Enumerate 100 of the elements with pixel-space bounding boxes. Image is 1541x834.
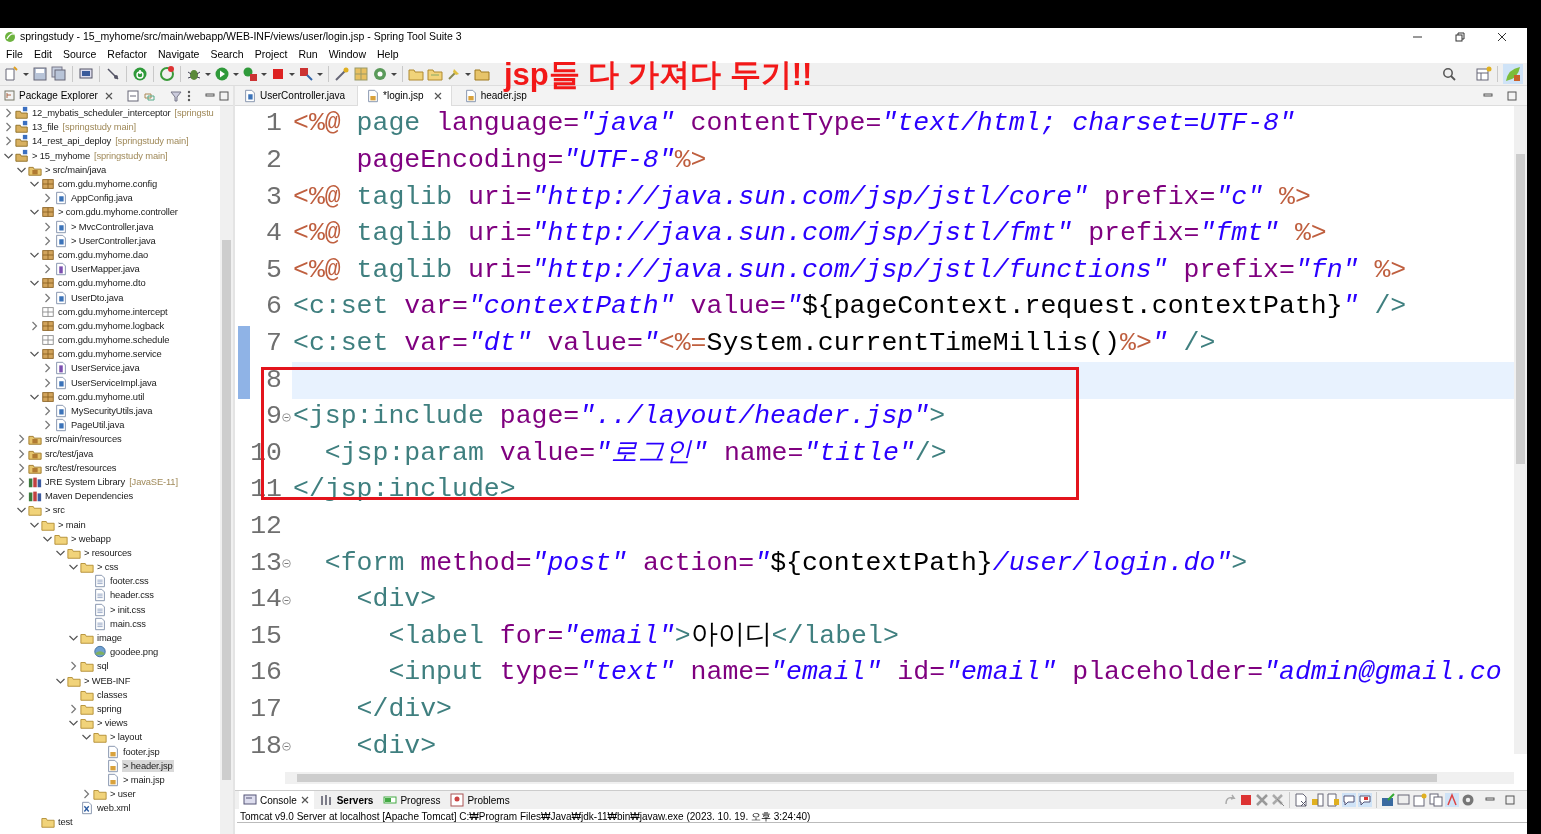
scroll-thumb[interactable] xyxy=(297,774,1437,782)
chevron-down-icon[interactable] xyxy=(68,562,79,573)
tree-item[interactable]: com.gdu.myhome.dao xyxy=(57,248,150,261)
highlight-icon[interactable] xyxy=(1445,793,1459,807)
tree-item[interactable]: com.gdu.myhome.config xyxy=(57,178,158,191)
chevron-down-icon[interactable] xyxy=(81,732,92,743)
show-output-icon[interactable] xyxy=(1342,793,1356,807)
tree-item[interactable]: UserDto.java xyxy=(70,291,125,304)
menu-item[interactable]: Navigate xyxy=(158,46,200,63)
caret-icon[interactable] xyxy=(261,72,267,76)
caret-icon[interactable] xyxy=(23,72,29,76)
tree-item[interactable]: > resources xyxy=(83,546,133,559)
wizard-icon[interactable] xyxy=(334,66,350,82)
tree-item[interactable]: > src xyxy=(44,504,66,517)
tree-item[interactable]: 12_mybatis_scheduler_interceptor xyxy=(31,107,172,120)
gear-icon[interactable] xyxy=(1461,793,1475,807)
chevron-down-icon[interactable] xyxy=(29,278,40,289)
chevron-down-icon[interactable] xyxy=(29,207,40,218)
pin-console-icon[interactable] xyxy=(1381,793,1395,807)
tree-item[interactable]: com.gdu.myhome.intercept xyxy=(57,305,169,318)
scrollbar[interactable] xyxy=(1514,106,1527,754)
close-icon[interactable] xyxy=(1497,32,1507,42)
tree-item[interactable]: UserService.java xyxy=(70,362,141,375)
chevron-down-icon[interactable] xyxy=(68,633,79,644)
open-console-icon[interactable] xyxy=(1413,793,1427,807)
view-menu-icon[interactable] xyxy=(185,89,192,102)
collapse-all-icon[interactable] xyxy=(127,89,140,102)
folder-icon[interactable] xyxy=(408,66,424,82)
filter-icon[interactable] xyxy=(169,89,182,102)
fold-icon[interactable] xyxy=(282,741,291,751)
menu-item[interactable]: Source xyxy=(63,46,97,63)
tree-item[interactable]: test xyxy=(57,816,74,829)
tree-item[interactable]: UserServiceImpl.java xyxy=(70,376,158,389)
close-icon[interactable] xyxy=(432,90,443,101)
chevron-right-icon[interactable] xyxy=(16,462,27,473)
panel-tab[interactable]: Problems xyxy=(446,791,514,809)
tree-item[interactable]: spring xyxy=(96,702,123,715)
chevron-right-icon[interactable] xyxy=(42,363,53,374)
menu-item[interactable]: Help xyxy=(377,46,399,63)
tree-item[interactable]: > UserController.java xyxy=(70,234,157,247)
chevron-right-icon[interactable] xyxy=(42,264,53,275)
editor-tab[interactable]: *login.jsp xyxy=(357,85,452,106)
power-icon[interactable] xyxy=(132,66,148,82)
show-error-icon[interactable] xyxy=(1358,793,1372,807)
chevron-right-icon[interactable] xyxy=(68,661,79,672)
tree-item[interactable]: MySecurityUtils.java xyxy=(70,405,154,418)
tree-item[interactable]: > src/main/java xyxy=(44,163,108,176)
chevron-down-icon[interactable] xyxy=(68,718,79,729)
tree-item[interactable]: com.gdu.myhome.logback xyxy=(57,319,166,332)
chevron-down-icon[interactable] xyxy=(29,179,40,190)
scrollbar[interactable] xyxy=(220,106,233,834)
monitor-icon[interactable] xyxy=(78,66,94,82)
skip-icon[interactable] xyxy=(105,66,121,82)
close-icon[interactable] xyxy=(299,795,310,805)
chevron-right-icon[interactable] xyxy=(68,703,79,714)
fold-icon[interactable] xyxy=(282,558,291,568)
tree-item[interactable]: goodee.png xyxy=(109,646,160,659)
run-config-icon[interactable] xyxy=(242,66,258,82)
tree-item[interactable]: classes xyxy=(96,688,129,701)
clear-console-icon[interactable] xyxy=(1294,793,1308,807)
tree-item[interactable]: src/test/java xyxy=(44,447,95,460)
fold-icon[interactable] xyxy=(282,412,291,422)
caret-icon[interactable] xyxy=(317,72,323,76)
tree-item[interactable]: > com.gdu.myhome.controller xyxy=(57,206,179,219)
chevron-right-icon[interactable] xyxy=(3,108,14,119)
leaf-icon[interactable] xyxy=(1503,64,1523,84)
tree-item[interactable]: sql xyxy=(96,660,110,673)
tree-item[interactable]: src/main/resources xyxy=(44,433,123,446)
tree-item[interactable]: com.gdu.myhome.util xyxy=(57,390,146,403)
tree-item[interactable]: > main xyxy=(57,518,87,531)
chevron-right-icon[interactable] xyxy=(3,136,14,147)
scroll-lock-icon[interactable] xyxy=(1310,793,1324,807)
tree-item[interactable]: 13_file xyxy=(31,121,60,134)
menu-item[interactable]: Search xyxy=(210,46,244,63)
chevron-right-icon[interactable] xyxy=(42,377,53,388)
menu-item[interactable]: File xyxy=(6,46,23,63)
tree-item[interactable]: > header.jsp xyxy=(122,759,174,772)
chevron-right-icon[interactable] xyxy=(42,406,53,417)
maximize-icon[interactable] xyxy=(219,90,229,101)
panel-tab[interactable]: Console xyxy=(239,791,314,809)
tree-item[interactable]: web.xml xyxy=(96,802,132,815)
tree-item[interactable]: header.css xyxy=(109,589,155,602)
tree-item[interactable]: footer.css xyxy=(109,575,150,588)
tree-item[interactable]: UserMapper.java xyxy=(70,263,141,276)
close-icon[interactable] xyxy=(103,90,114,101)
tree-item[interactable]: com.gdu.myhome.service xyxy=(57,348,163,361)
tree-item[interactable]: > init.css xyxy=(109,603,147,616)
search-icon[interactable] xyxy=(1442,67,1456,81)
tree-item[interactable]: PageUtil.java xyxy=(70,419,126,432)
terminate-icon[interactable] xyxy=(1239,793,1253,807)
caret-icon[interactable] xyxy=(205,72,211,76)
chevron-right-icon[interactable] xyxy=(29,320,40,331)
chevron-right-icon[interactable] xyxy=(81,789,92,800)
stop-icon[interactable] xyxy=(270,66,286,82)
scrollbar[interactable] xyxy=(285,772,1514,784)
save-all-icon[interactable] xyxy=(51,66,67,82)
tree-item[interactable]: src/test/resources xyxy=(44,461,118,474)
folder-icon[interactable] xyxy=(427,66,443,82)
word-wrap-icon[interactable] xyxy=(1326,793,1340,807)
caret-icon[interactable] xyxy=(465,72,471,76)
